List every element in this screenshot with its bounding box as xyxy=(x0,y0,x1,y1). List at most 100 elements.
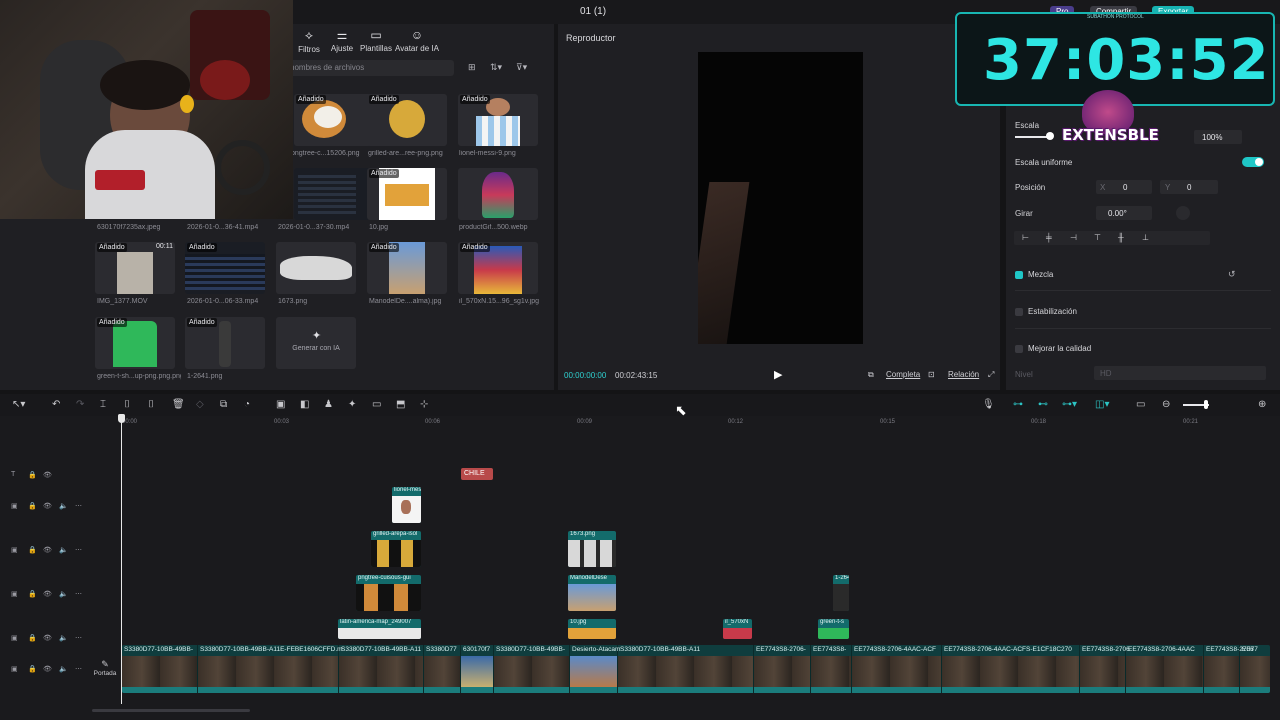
eye-icon[interactable]: 👁 xyxy=(43,634,52,642)
media-item[interactable]: Añadido xyxy=(458,94,538,146)
timeline-clip[interactable]: lionel-mes xyxy=(392,487,421,523)
undo-icon[interactable]: ↶ xyxy=(52,399,60,410)
more-icon[interactable]: ⋯ xyxy=(75,665,82,673)
split-left-icon[interactable]: ⌷ xyxy=(124,399,130,410)
audio-icon[interactable]: 🔈 xyxy=(59,502,68,510)
timeline-clip[interactable]: latin-america-map_249007 xyxy=(338,619,421,639)
text-clip[interactable]: CHILE xyxy=(461,468,493,480)
timeline-clip[interactable]: il_570xN xyxy=(723,619,752,639)
lock-icon[interactable]: 🔒 xyxy=(28,665,37,673)
microphone-icon[interactable]: 🎙 xyxy=(982,399,995,410)
tab-templates[interactable]: ▭ Plantillas xyxy=(354,28,398,53)
link-icon[interactable]: ⊶ xyxy=(1013,399,1023,410)
crop-tool-icon[interactable]: ⧉ xyxy=(220,399,227,410)
sort-icon[interactable]: ⇅▾ xyxy=(490,62,502,73)
media-item[interactable]: Añadido xyxy=(185,242,265,294)
lock-icon[interactable]: 🔒 xyxy=(28,471,37,479)
generate-ai-button[interactable]: ✦ Generar con IA xyxy=(276,317,356,369)
uniform-scale-toggle[interactable] xyxy=(1242,157,1264,167)
play-icon[interactable]: ▶ xyxy=(774,368,782,381)
playhead[interactable] xyxy=(121,414,122,704)
lock-icon[interactable]: 🔒 xyxy=(28,634,37,642)
eye-icon[interactable]: 👁 xyxy=(43,590,52,598)
eye-icon[interactable]: 👁 xyxy=(43,665,52,673)
main-clip[interactable]: S3380D77-10BB-49BB-A11E-FEBE1606CFFD.m xyxy=(198,645,343,693)
main-clip[interactable]: Desierto-Atacam xyxy=(570,645,620,693)
media-item[interactable]: Añadido 00:11 xyxy=(95,242,175,294)
speed-icon[interactable]: ◔ xyxy=(244,399,250,410)
media-item[interactable]: Añadido xyxy=(367,168,447,220)
cutout-icon[interactable]: ♟ xyxy=(324,399,333,410)
main-clip[interactable]: EE7743S8- xyxy=(811,645,852,693)
lock-icon[interactable]: 🔒 xyxy=(28,502,37,510)
align-middle-icon[interactable]: ╫ xyxy=(1118,233,1124,242)
main-clip[interactable]: S3380D77-10BB-49BB-A11 xyxy=(339,645,424,693)
filter-icon[interactable]: ⊽▾ xyxy=(516,62,527,73)
main-clip[interactable]: S3380D77 xyxy=(424,645,461,693)
main-clip[interactable]: EE7743S8-2706-4AAC-ACF xyxy=(852,645,942,693)
mirror-icon[interactable]: ◧ xyxy=(300,399,309,410)
level-select[interactable] xyxy=(1094,366,1266,380)
magic-icon[interactable]: ✦ xyxy=(348,399,356,410)
full-quality-button[interactable]: Completa xyxy=(886,370,920,379)
scale-slider-handle[interactable] xyxy=(1046,132,1054,140)
quality-checkbox[interactable] xyxy=(1015,345,1023,353)
main-clip[interactable]: S3380D77-10BB-49BB- xyxy=(122,645,198,693)
more-icon[interactable]: ⋯ xyxy=(75,634,82,642)
media-item[interactable]: Añadido xyxy=(458,242,538,294)
reset-icon[interactable]: ↺ xyxy=(1228,269,1236,280)
split-right-icon[interactable]: ⌷ xyxy=(148,399,154,410)
main-clip[interactable]: EE77 xyxy=(1240,645,1270,693)
align-center-icon[interactable]: ╪ xyxy=(1046,233,1052,242)
blend-checkbox[interactable] xyxy=(1015,271,1023,279)
main-clip[interactable]: 630170f7 xyxy=(461,645,494,693)
media-item[interactable]: Añadido xyxy=(95,317,175,369)
main-clip[interactable]: EE7743S8-2706 xyxy=(1080,645,1130,693)
fullscreen-icon[interactable]: ⤢ xyxy=(988,370,994,380)
timeline-clip[interactable]: 1-2641 xyxy=(833,575,849,611)
media-item[interactable]: Añadido xyxy=(367,242,447,294)
timeline-clip[interactable]: 10.jpg xyxy=(568,619,616,639)
main-clip[interactable]: EE7743S8-2706-4AAC xyxy=(1126,645,1204,693)
main-clip[interactable]: S3380D77-10BB-49BB- xyxy=(494,645,570,693)
export-frame-icon[interactable]: ⬒ xyxy=(396,399,405,410)
timeline-clip[interactable]: ManodelDese xyxy=(568,575,616,611)
delete-icon[interactable]: 🗑 xyxy=(172,399,185,410)
align-top-icon[interactable]: ⊤ xyxy=(1094,233,1101,242)
audio-icon[interactable]: 🔈 xyxy=(59,546,68,554)
tab-ai-avatar[interactable]: ☺ Avatar de IA xyxy=(395,28,439,53)
split-icon[interactable]: ⌶ xyxy=(100,399,106,410)
caption-toggle-icon[interactable]: ▭ xyxy=(1136,399,1145,410)
align-right-icon[interactable]: ⊣ xyxy=(1070,233,1077,242)
main-clip[interactable]: EE7743S8-2706-4AAC-ACFS-E1CF18C270 xyxy=(942,645,1080,693)
more-icon[interactable]: ⋯ xyxy=(75,546,82,554)
timeline-clip[interactable]: 1673.png xyxy=(568,531,616,567)
main-clip[interactable]: EE7743S8-2706- xyxy=(754,645,811,693)
zoom-in-icon[interactable]: ⊕ xyxy=(1258,399,1266,410)
audio-icon[interactable]: 🔈 xyxy=(59,590,68,598)
rotate-dial[interactable] xyxy=(1176,206,1190,220)
timeline-clip[interactable]: grilled-arepa-isol xyxy=(371,531,421,567)
playhead-handle[interactable] xyxy=(118,414,125,423)
align-left-icon[interactable]: ⊢ xyxy=(1022,233,1029,242)
more-icon[interactable]: ⋯ xyxy=(75,590,82,598)
stabilize-checkbox[interactable] xyxy=(1015,308,1023,316)
freeze-icon[interactable]: ▣ xyxy=(276,399,285,410)
timeline-scrollbar[interactable] xyxy=(92,709,250,712)
media-item[interactable]: Añadido xyxy=(294,94,374,146)
cover-button[interactable]: ✎ Portada xyxy=(92,659,118,677)
timeline-clip[interactable]: green-t-s xyxy=(818,619,849,639)
crop-icon[interactable]: ⧉ xyxy=(868,370,874,380)
view-toggle-icon[interactable]: ⊞ xyxy=(468,62,476,73)
timeline-clip[interactable]: pngtree-cuisous-gui xyxy=(356,575,421,611)
audio-icon[interactable]: 🔈 xyxy=(59,634,68,642)
screenshot-icon[interactable]: ⊡ xyxy=(928,370,935,379)
eye-icon[interactable]: 👁 xyxy=(43,502,52,510)
redo-icon[interactable]: ↷ xyxy=(76,399,84,410)
zoom-out-icon[interactable]: ⊖ xyxy=(1162,399,1170,410)
eye-icon[interactable]: 👁 xyxy=(43,471,52,479)
mask-icon[interactable]: ◇ xyxy=(196,399,204,410)
lock-icon[interactable]: 🔒 xyxy=(28,590,37,598)
snap-icon[interactable]: ⊶▾ xyxy=(1062,399,1077,410)
audio-icon[interactable]: 🔈 xyxy=(59,665,68,673)
